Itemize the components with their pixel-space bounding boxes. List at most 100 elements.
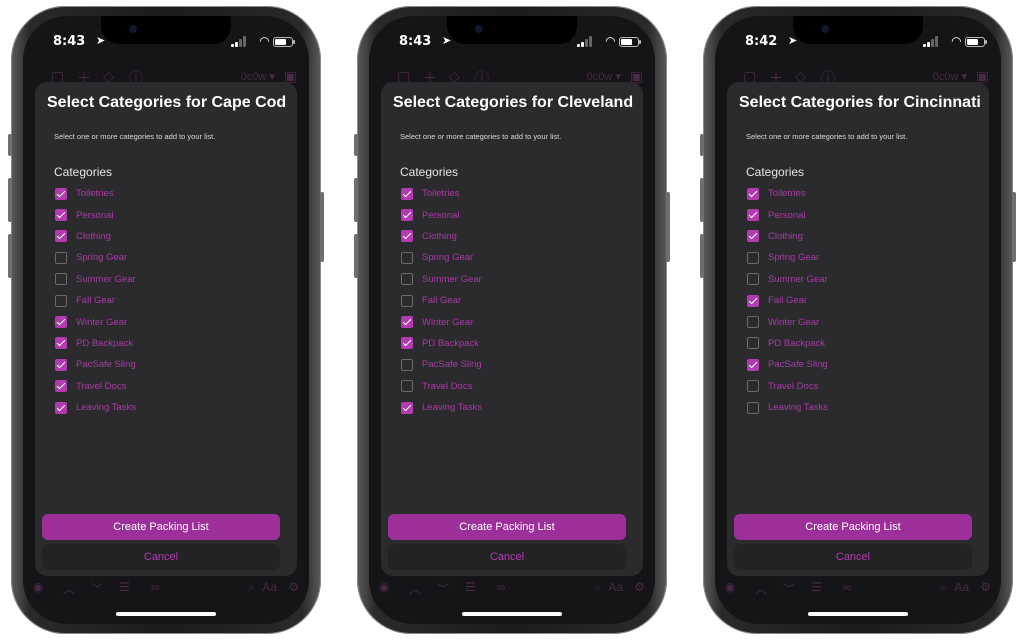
create-packing-list-button[interactable]: Create Packing List <box>734 514 972 540</box>
category-checkbox[interactable] <box>401 187 413 200</box>
category-row[interactable]: PD Backpack <box>55 333 285 354</box>
category-row[interactable]: Winter Gear <box>747 311 977 332</box>
cancel-button[interactable]: Cancel <box>734 544 972 570</box>
category-row[interactable]: Spring Gear <box>55 247 285 268</box>
category-checkbox[interactable] <box>747 230 759 243</box>
category-checkbox[interactable] <box>747 358 759 371</box>
category-row[interactable]: Leaving Tasks <box>401 397 631 418</box>
power-button <box>1012 192 1016 262</box>
category-checkbox[interactable] <box>55 251 67 264</box>
category-row[interactable]: Travel Docs <box>401 376 631 397</box>
category-checkbox[interactable] <box>55 294 67 307</box>
home-indicator[interactable] <box>116 612 216 616</box>
category-row[interactable]: Travel Docs <box>55 376 285 397</box>
category-checkbox[interactable] <box>401 294 413 307</box>
category-label: Personal <box>768 209 806 221</box>
cancel-button[interactable]: Cancel <box>42 544 280 570</box>
chevron-down-icon: ﹀ <box>437 582 450 596</box>
category-row[interactable]: Fall Gear <box>55 290 285 311</box>
category-checkbox[interactable] <box>55 401 67 414</box>
category-row[interactable]: PacSafe Sling <box>401 354 631 375</box>
mute-switch <box>8 134 12 156</box>
battery-icon <box>273 37 295 47</box>
category-label: Leaving Tasks <box>768 402 829 414</box>
dialog-subtitle: Select one or more categories to add to … <box>400 132 562 141</box>
category-row[interactable]: Summer Gear <box>401 269 631 290</box>
dialog-title: Select Categories for Cape Cod <box>47 94 287 111</box>
cancel-button[interactable]: Cancel <box>388 544 626 570</box>
category-checkbox[interactable] <box>401 209 413 222</box>
category-row[interactable]: Toiletries <box>747 183 977 204</box>
select-categories-dialog: Select Categories for Cincinnati Select … <box>727 82 989 576</box>
create-packing-list-button[interactable]: Create Packing List <box>42 514 280 540</box>
category-checkbox[interactable] <box>747 337 759 350</box>
search-icon: ⌕ <box>248 580 255 594</box>
home-indicator[interactable] <box>808 612 908 616</box>
category-row[interactable]: Spring Gear <box>747 247 977 268</box>
category-label: PD Backpack <box>422 337 480 349</box>
category-checkbox[interactable] <box>401 401 413 414</box>
category-checkbox[interactable] <box>55 358 67 371</box>
home-indicator[interactable] <box>462 612 562 616</box>
category-checkbox[interactable] <box>55 380 67 393</box>
category-checkbox[interactable] <box>401 337 413 350</box>
category-row[interactable]: PacSafe Sling <box>747 354 977 375</box>
category-row[interactable]: PD Backpack <box>401 333 631 354</box>
category-checkbox[interactable] <box>747 187 759 200</box>
volume-down-button <box>354 234 358 278</box>
chevron-up-icon: ︿ <box>63 582 76 596</box>
category-row[interactable]: Summer Gear <box>747 269 977 290</box>
category-checkbox[interactable] <box>401 380 413 393</box>
category-row[interactable]: Summer Gear <box>55 269 285 290</box>
search-icon: ⌕ <box>594 580 601 594</box>
dialog-title: Select Categories for Cleveland <box>393 94 634 111</box>
category-checkbox[interactable] <box>747 316 759 329</box>
category-row[interactable]: Clothing <box>747 226 977 247</box>
category-checkbox[interactable] <box>55 187 67 200</box>
category-row[interactable]: Leaving Tasks <box>55 397 285 418</box>
category-row[interactable]: Toiletries <box>401 183 631 204</box>
category-checkbox[interactable] <box>55 230 67 243</box>
category-row[interactable]: Fall Gear <box>401 290 631 311</box>
category-checkbox[interactable] <box>401 358 413 371</box>
create-packing-list-button[interactable]: Create Packing List <box>388 514 626 540</box>
mute-switch <box>354 134 358 156</box>
category-row[interactable]: Fall Gear <box>747 290 977 311</box>
category-checkbox[interactable] <box>747 401 759 414</box>
category-label: PacSafe Sling <box>768 359 828 371</box>
category-checkbox[interactable] <box>55 316 67 329</box>
category-checkbox[interactable] <box>55 209 67 222</box>
categories-heading: Categories <box>746 165 805 179</box>
category-row[interactable]: Clothing <box>55 226 285 247</box>
eye-icon: ◉ <box>379 580 390 594</box>
category-label: Toiletries <box>76 188 114 200</box>
phone-screen: 8:43 ➤ ◠ ▢ ＋ ◇ ⓘ 0c0w ▾ ▣ Select Categor… <box>369 16 655 624</box>
category-row[interactable]: Personal <box>747 204 977 225</box>
category-checkbox[interactable] <box>401 230 413 243</box>
category-row[interactable]: PD Backpack <box>747 333 977 354</box>
category-label: Winter Gear <box>768 316 820 328</box>
category-row[interactable]: Spring Gear <box>401 247 631 268</box>
category-checkbox[interactable] <box>747 209 759 222</box>
category-checkbox[interactable] <box>747 294 759 307</box>
category-row[interactable]: Toiletries <box>55 183 285 204</box>
category-checkbox[interactable] <box>55 337 67 350</box>
category-row[interactable]: Personal <box>401 204 631 225</box>
category-checkbox[interactable] <box>747 251 759 264</box>
category-checkbox[interactable] <box>401 316 413 329</box>
category-row[interactable]: PacSafe Sling <box>55 354 285 375</box>
category-label: PacSafe Sling <box>76 359 136 371</box>
location-arrow-icon: ➤ <box>96 35 106 47</box>
category-row[interactable]: Travel Docs <box>747 376 977 397</box>
category-checkbox[interactable] <box>401 273 413 286</box>
category-checkbox[interactable] <box>747 273 759 286</box>
category-row[interactable]: Personal <box>55 204 285 225</box>
category-row[interactable]: Winter Gear <box>55 311 285 332</box>
category-label: Spring Gear <box>76 252 128 264</box>
category-row[interactable]: Clothing <box>401 226 631 247</box>
category-row[interactable]: Leaving Tasks <box>747 397 977 418</box>
category-checkbox[interactable] <box>401 251 413 264</box>
category-checkbox[interactable] <box>747 380 759 393</box>
category-checkbox[interactable] <box>55 273 67 286</box>
category-row[interactable]: Winter Gear <box>401 311 631 332</box>
